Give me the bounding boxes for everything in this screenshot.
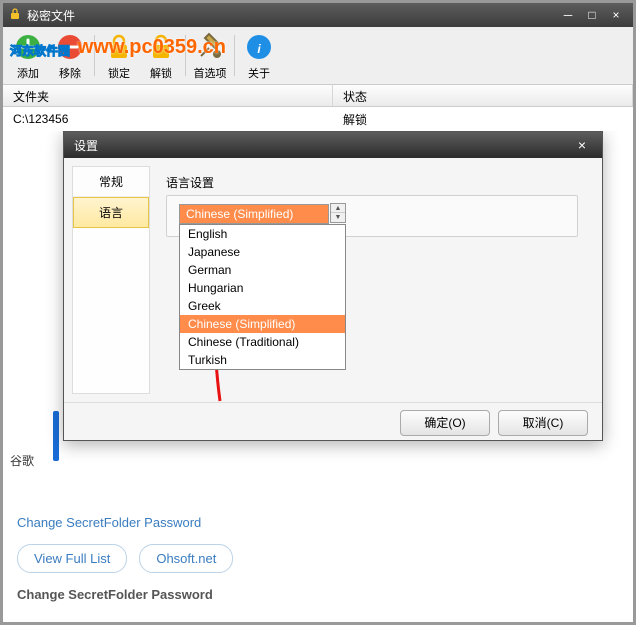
select-spinners: ▲ ▼ bbox=[330, 203, 346, 223]
language-option[interactable]: Japanese bbox=[180, 243, 345, 261]
titlebar: 秘密文件 ─ □ × bbox=[3, 3, 633, 27]
table-header: 文件夹 状态 bbox=[3, 85, 633, 107]
language-option[interactable]: Hungarian bbox=[180, 279, 345, 297]
language-section-label: 语言设置 bbox=[166, 174, 578, 191]
tools-icon bbox=[194, 31, 226, 63]
main-window: 秘密文件 ─ □ × 河东软件园 www.pc0359.cn 添加 移除 bbox=[3, 3, 633, 608]
unlock-label: 解锁 bbox=[150, 65, 172, 81]
content-area: 设置 × 常规 语言 语言设置 bbox=[3, 131, 633, 501]
remove-icon bbox=[54, 31, 86, 63]
remove-label: 移除 bbox=[59, 65, 81, 81]
dialog-title: 设置 bbox=[74, 137, 572, 154]
outer-frame: 秘密文件 ─ □ × 河东软件园 www.pc0359.cn 添加 移除 bbox=[0, 0, 636, 625]
language-option[interactable]: Greek bbox=[180, 297, 345, 315]
preferences-label: 首选项 bbox=[194, 65, 227, 81]
col-status[interactable]: 状态 bbox=[333, 85, 633, 106]
partial-text: 谷歌 bbox=[10, 452, 34, 469]
add-label: 添加 bbox=[17, 65, 39, 81]
cell-folder: C:\123456 bbox=[3, 109, 333, 129]
about-button[interactable]: i 关于 bbox=[238, 29, 280, 83]
toolbar-separator bbox=[185, 35, 186, 76]
info-icon: i bbox=[243, 31, 275, 63]
toolbar: 添加 移除 锁定 解锁 bbox=[3, 27, 633, 85]
remove-button[interactable]: 移除 bbox=[49, 29, 91, 83]
change-password-heading: Change SecretFolder Password bbox=[17, 587, 619, 602]
tab-general[interactable]: 常规 bbox=[73, 167, 149, 197]
close-button[interactable]: × bbox=[605, 6, 627, 24]
dialog-footer: 确定(O) 取消(C) bbox=[64, 402, 602, 442]
dialog-titlebar: 设置 × bbox=[64, 132, 602, 158]
toolbar-separator bbox=[94, 35, 95, 76]
language-option[interactable]: Turkish bbox=[180, 351, 345, 369]
tab-language[interactable]: 语言 bbox=[73, 197, 149, 228]
maximize-button[interactable]: □ bbox=[581, 6, 603, 24]
dialog-body: 常规 语言 语言设置 Chinese (Simplified) bbox=[64, 158, 602, 402]
ok-button[interactable]: 确定(O) bbox=[400, 410, 490, 436]
dialog-close-button[interactable]: × bbox=[572, 135, 592, 155]
language-option[interactable]: German bbox=[180, 261, 345, 279]
spinner-up[interactable]: ▲ bbox=[331, 204, 345, 213]
about-label: 关于 bbox=[248, 65, 270, 81]
view-full-list-button[interactable]: View Full List bbox=[17, 544, 127, 573]
settings-dialog: 设置 × 常规 语言 语言设置 bbox=[63, 131, 603, 441]
lock-button[interactable]: 锁定 bbox=[98, 29, 140, 83]
footer-section: Change SecretFolder Password View Full L… bbox=[3, 501, 633, 608]
add-icon bbox=[12, 31, 44, 63]
minimize-button[interactable]: ─ bbox=[557, 6, 579, 24]
language-option[interactable]: Chinese (Traditional) bbox=[180, 333, 345, 351]
cell-status: 解锁 bbox=[333, 108, 633, 131]
preferences-button[interactable]: 首选项 bbox=[189, 29, 231, 83]
table-row[interactable]: C:\123456 解锁 bbox=[3, 107, 633, 131]
lock-icon bbox=[9, 8, 21, 23]
add-button[interactable]: 添加 bbox=[7, 29, 49, 83]
ohsoft-button[interactable]: Ohsoft.net bbox=[139, 544, 233, 573]
cancel-button[interactable]: 取消(C) bbox=[498, 410, 588, 436]
lock-label: 锁定 bbox=[108, 65, 130, 81]
toolbar-separator bbox=[234, 35, 235, 76]
tab-content: 语言设置 Chinese (Simplified) ▲ ▼ EnglishJap… bbox=[150, 166, 594, 394]
tab-list: 常规 语言 bbox=[72, 166, 150, 394]
dialog-overlay: 设置 × 常规 语言 语言设置 bbox=[3, 131, 633, 501]
window-title: 秘密文件 bbox=[27, 7, 555, 24]
change-password-link[interactable]: Change SecretFolder Password bbox=[17, 515, 619, 530]
col-folder[interactable]: 文件夹 bbox=[3, 85, 333, 106]
language-dropdown: EnglishJapaneseGermanHungarianGreekChine… bbox=[179, 224, 346, 370]
unlock-button[interactable]: 解锁 bbox=[140, 29, 182, 83]
lock-open-icon bbox=[145, 31, 177, 63]
language-option[interactable]: Chinese (Simplified) bbox=[180, 315, 345, 333]
lock-closed-icon bbox=[103, 31, 135, 63]
spinner-down[interactable]: ▼ bbox=[331, 213, 345, 222]
language-fieldset: Chinese (Simplified) ▲ ▼ EnglishJapanese… bbox=[166, 195, 578, 237]
language-select[interactable]: Chinese (Simplified) bbox=[179, 204, 329, 224]
language-option[interactable]: English bbox=[180, 225, 345, 243]
